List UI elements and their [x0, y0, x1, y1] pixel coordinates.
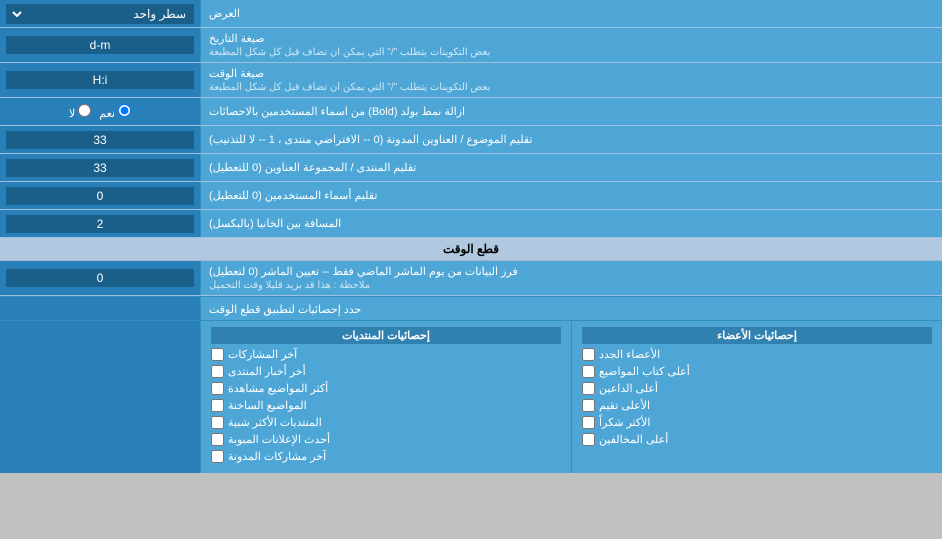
bold-no-radio[interactable] — [78, 104, 91, 117]
topic-address-row: تقليم الموضوع / العناوين المدونة (0 -- ا… — [0, 126, 942, 154]
time-format-row: صيغة الوقت بعض التكوينات يتطلب "/" التي … — [0, 63, 942, 98]
bold-yes-label: نعم — [99, 104, 131, 120]
bold-no-label: لا — [69, 104, 91, 120]
time-cut-input[interactable]: 0 — [6, 269, 194, 287]
time-format-input-wrap: H:i — [0, 63, 200, 97]
space-between-row: المسافة بين الخانيا (بالبكسل) 2 — [0, 210, 942, 238]
top-violators-checkbox[interactable] — [582, 433, 595, 446]
space-between-input[interactable]: 2 — [6, 215, 194, 233]
forum-address-row: تقليم المنتدى / المجموعة العناوين (0 للت… — [0, 154, 942, 182]
hot-topics-checkbox[interactable] — [211, 399, 224, 412]
similar-forums-checkbox[interactable] — [211, 416, 224, 429]
forum-news-checkbox[interactable] — [211, 365, 224, 378]
most-viewed-checkbox[interactable] — [211, 382, 224, 395]
most-thanks-checkbox[interactable] — [582, 416, 595, 429]
checkbox-classifieds: أحدث الإعلانات المبوبة — [211, 433, 561, 446]
checkbox-top-inviters: أعلى الداعين — [582, 382, 932, 395]
checkbox-top-topic-writers: أعلى كتاب المواضيع — [582, 365, 932, 378]
new-members-checkbox[interactable] — [582, 348, 595, 361]
bold-usernames-label: ازالة نمط بولد (Bold) من اسماء المستخدمي… — [200, 98, 942, 125]
forum-address-input-wrap: 33 — [0, 154, 200, 181]
date-format-label: صيغة التاريخ بعض التكوينات يتطلب "/" الت… — [200, 28, 942, 62]
checkboxes-area: إحصائيات الأعضاء الأعضاء الجدد أعلى كتاب… — [0, 320, 942, 473]
time-format-input[interactable]: H:i — [6, 71, 194, 89]
time-format-label: صيغة الوقت بعض التكوينات يتطلب "/" التي … — [200, 63, 942, 97]
checkbox-similar-forums: المنتديات الأكثر شبية — [211, 416, 561, 429]
forum-address-input[interactable]: 33 — [6, 159, 194, 177]
blog-posts-checkbox[interactable] — [211, 450, 224, 463]
checkbox-col-members: إحصائيات الأعضاء الأعضاء الجدد أعلى كتاب… — [571, 321, 942, 473]
checkbox-col-forums: إحصائيات المنتديات آخر المشاركات أخر أخب… — [200, 321, 571, 473]
bold-usernames-input-wrap: نعم لا — [0, 98, 200, 125]
time-section-header: قطع الوقت — [0, 238, 942, 261]
col-members-title: إحصائيات الأعضاء — [582, 327, 932, 344]
classifieds-checkbox[interactable] — [211, 433, 224, 446]
usernames-trim-label: تقليم أسماء المستخدمين (0 للتعطيل) — [200, 182, 942, 209]
usernames-trim-row: تقليم أسماء المستخدمين (0 للتعطيل) 0 — [0, 182, 942, 210]
checkbox-hot-topics: المواضيع الساخنة — [211, 399, 561, 412]
bold-usernames-row: ازالة نمط بولد (Bold) من اسماء المستخدمي… — [0, 98, 942, 126]
stats-apply-label: حدد إحصائيات لتطبيق قطع الوقت — [200, 297, 942, 320]
checkbox-top-violators: أعلى المخالفين — [582, 433, 932, 446]
top-topic-writers-checkbox[interactable] — [582, 365, 595, 378]
space-between-label: المسافة بين الخانيا (بالبكسل) — [200, 210, 942, 237]
bold-radio-group: نعم لا — [69, 104, 131, 120]
last-posts-checkbox[interactable] — [211, 348, 224, 361]
forum-address-label: تقليم المنتدى / المجموعة العناوين (0 للت… — [200, 154, 942, 181]
date-format-input-wrap: d-m — [0, 28, 200, 62]
time-cut-input-wrap: 0 — [0, 261, 200, 295]
topic-address-input[interactable]: 33 — [6, 131, 194, 149]
display-mode-select-wrap[interactable]: سطر واحد سطرين ثلاثة أسطر — [6, 4, 194, 24]
topic-address-label: تقليم الموضوع / العناوين المدونة (0 -- ا… — [200, 126, 942, 153]
date-format-row: صيغة التاريخ بعض التكوينات يتطلب "/" الت… — [0, 28, 942, 63]
top-inviters-checkbox[interactable] — [582, 382, 595, 395]
checkbox-most-viewed: أكثر المواضيع مشاهدة — [211, 382, 561, 395]
bold-yes-radio[interactable] — [118, 104, 131, 117]
checkbox-last-posts: آخر المشاركات — [211, 348, 561, 361]
display-mode-input: سطر واحد سطرين ثلاثة أسطر — [0, 0, 200, 27]
display-mode-select[interactable]: سطر واحد سطرين ثلاثة أسطر — [10, 6, 190, 22]
time-cut-row: فرز البيانات من يوم الماشر الماضي فقط --… — [0, 261, 942, 296]
checkbox-most-thanks: الأكثر شكراً — [582, 416, 932, 429]
time-cut-label: فرز البيانات من يوم الماشر الماضي فقط --… — [200, 261, 942, 295]
col-forums-title: إحصائيات المنتديات — [211, 327, 561, 344]
space-between-input-wrap: 2 — [0, 210, 200, 237]
checkbox-new-members: الأعضاء الجدد — [582, 348, 932, 361]
top-rated-checkbox[interactable] — [582, 399, 595, 412]
display-mode-label: العرض — [200, 0, 942, 27]
usernames-trim-input-wrap: 0 — [0, 182, 200, 209]
checkbox-top-rated: الأعلى تقيم — [582, 399, 932, 412]
display-mode-row: العرض سطر واحد سطرين ثلاثة أسطر — [0, 0, 942, 28]
checkbox-blog-posts: آخر مشاركات المدونة — [211, 450, 561, 463]
date-format-input[interactable]: d-m — [6, 36, 194, 54]
main-container: العرض سطر واحد سطرين ثلاثة أسطر صيغة الت… — [0, 0, 942, 473]
usernames-trim-input[interactable]: 0 — [6, 187, 194, 205]
topic-address-input-wrap: 33 — [0, 126, 200, 153]
checkbox-col-empty — [0, 321, 200, 473]
stats-apply-row: حدد إحصائيات لتطبيق قطع الوقت — [0, 296, 942, 320]
checkbox-forum-news: أخر أخبار المنتدى — [211, 365, 561, 378]
